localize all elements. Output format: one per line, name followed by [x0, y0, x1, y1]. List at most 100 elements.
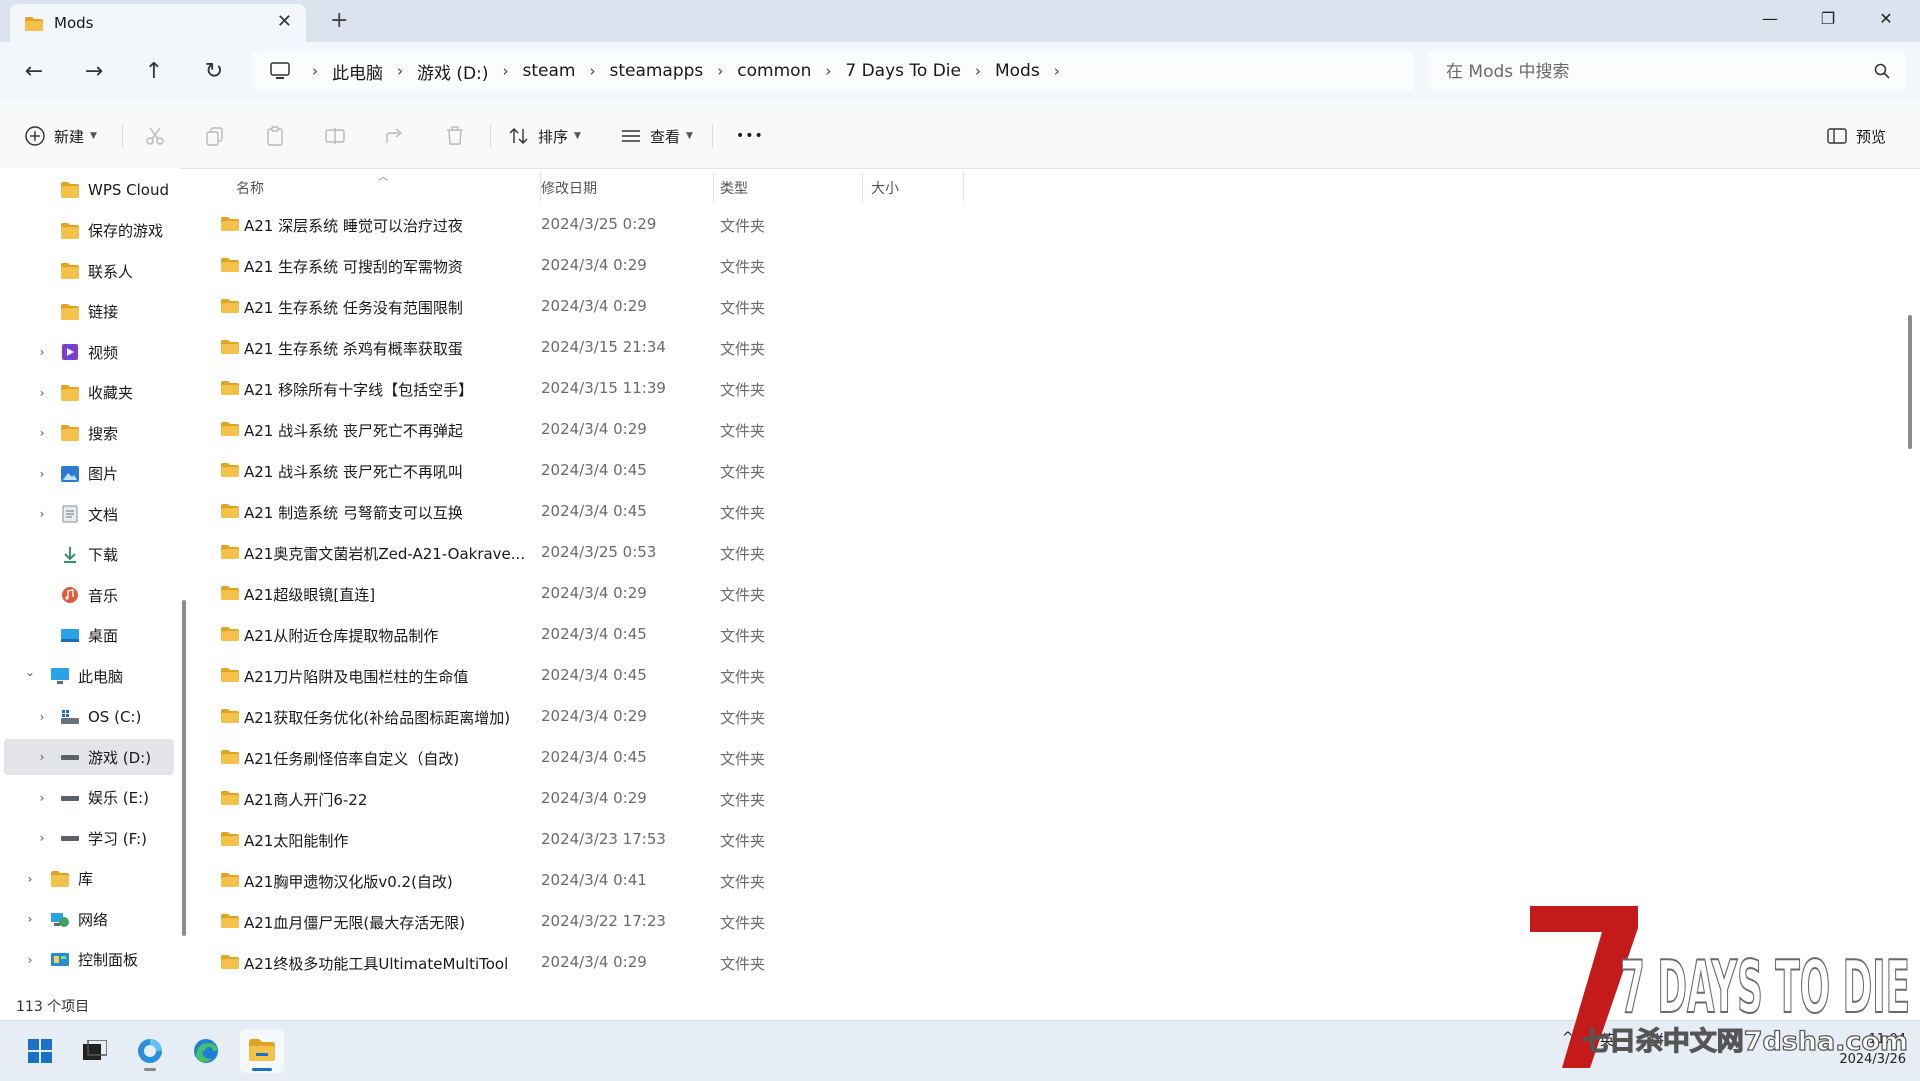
chevron-right-icon[interactable]: › — [34, 507, 50, 521]
sidebar-item[interactable]: › 游戏 (D:) — [4, 739, 174, 775]
copy-button[interactable] — [204, 122, 226, 150]
tab-close-button[interactable]: ✕ — [277, 11, 292, 32]
content-scrollbar[interactable] — [1908, 315, 1912, 449]
file-row[interactable]: A21 生存系统 可搜刮的军需物资 2024/3/4 0:29 文件夹 — [220, 245, 980, 285]
rename-button[interactable] — [324, 122, 346, 150]
cut-button[interactable] — [144, 122, 166, 150]
sidebar-item[interactable]: › 收藏夹 — [4, 375, 174, 411]
file-row[interactable]: A21刀片陷阱及电围栏柱的生命值 2024/3/4 0:45 文件夹 — [220, 655, 980, 695]
delete-button[interactable] — [444, 122, 466, 150]
edge-button[interactable] — [184, 1029, 228, 1073]
file-row[interactable]: A21 生存系统 任务没有范围限制 2024/3/4 0:29 文件夹 — [220, 286, 980, 326]
chevron-right-icon[interactable]: › — [22, 872, 38, 886]
breadcrumb-item[interactable]: 此电脑 — [332, 59, 383, 84]
chevron-right-icon[interactable]: › — [503, 62, 509, 80]
start-button[interactable] — [18, 1029, 62, 1073]
view-button[interactable]: 查看 ▼ — [620, 122, 693, 150]
file-row[interactable]: A21血月僵尸无限(最大存活无限) 2024/3/22 17:23 文件夹 — [220, 901, 980, 941]
sidebar-item[interactable]: › 网络 — [4, 901, 174, 937]
system-clock[interactable]: 11:04 2024/3/26 — [1790, 1030, 1906, 1070]
more-options-button[interactable]: ••• — [736, 122, 764, 150]
breadcrumb-item[interactable]: steam — [523, 61, 576, 81]
preview-button[interactable]: 预览 — [1826, 122, 1886, 150]
browser-button[interactable] — [128, 1029, 172, 1073]
file-row[interactable]: A21奥克雷文菌岩机Zed-A21-Oakrave... 2024/3/25 0… — [220, 532, 980, 572]
sidebar-item[interactable]: ⌄ 此电脑 — [4, 658, 174, 694]
refresh-button[interactable]: ↻ — [198, 56, 230, 88]
chevron-right-icon[interactable]: › — [717, 62, 723, 80]
chevron-right-icon[interactable]: › — [1054, 62, 1060, 80]
forward-button[interactable]: → — [78, 56, 110, 88]
file-row[interactable]: A21 生存系统 杀鸡有概率获取蛋 2024/3/15 21:34 文件夹 — [220, 327, 980, 367]
chevron-right-icon[interactable]: › — [34, 467, 50, 481]
chevron-right-icon[interactable]: › — [34, 386, 50, 400]
sort-button[interactable]: 排序 ▼ — [508, 122, 581, 150]
sidebar-item[interactable]: 联系人 — [4, 253, 174, 289]
column-header-date[interactable]: 修改日期 — [541, 168, 713, 204]
taskview-button[interactable] — [72, 1029, 116, 1073]
chevron-right-icon[interactable]: › — [34, 710, 50, 724]
file-row[interactable]: A21 深层系统 睡觉可以治疗过夜 2024/3/25 0:29 文件夹 — [220, 204, 980, 244]
breadcrumb-item[interactable]: common — [737, 61, 811, 81]
minimize-button[interactable]: — — [1742, 4, 1798, 34]
sidebar-item[interactable]: › 搜索 — [4, 415, 174, 451]
chevron-right-icon[interactable]: › — [34, 831, 50, 845]
column-header-name[interactable]: 名称 — [194, 168, 540, 204]
breadcrumb-item[interactable]: steamapps — [609, 61, 703, 81]
chevron-right-icon[interactable]: › — [312, 62, 318, 80]
sidebar-item[interactable]: › 文档 — [4, 496, 174, 532]
close-window-button[interactable]: ✕ — [1858, 4, 1914, 34]
new-tab-button[interactable]: + — [330, 8, 348, 33]
file-row[interactable]: A21太阳能制作 2024/3/23 17:53 文件夹 — [220, 819, 980, 859]
column-header-size[interactable]: 大小 — [863, 168, 963, 204]
file-row[interactable]: A21从附近仓库提取物品制作 2024/3/4 0:45 文件夹 — [220, 614, 980, 654]
up-button[interactable]: ↑ — [138, 56, 170, 88]
breadcrumb-item[interactable]: 7 Days To Die — [845, 61, 961, 81]
file-row[interactable]: A21商人开门6-22 2024/3/4 0:29 文件夹 — [220, 778, 980, 818]
file-row[interactable]: A21胸甲遗物汉化版v0.2(自改) 2024/3/4 0:41 文件夹 — [220, 860, 980, 900]
column-header-type[interactable]: 类型 — [714, 168, 862, 204]
chevron-right-icon[interactable]: › — [22, 912, 38, 926]
paste-button[interactable] — [264, 122, 286, 150]
new-button[interactable]: 新建 ▼ — [24, 122, 97, 150]
sidebar-item[interactable]: › OS (C:) — [4, 699, 174, 735]
sidebar-item[interactable]: › 库 — [4, 861, 174, 897]
chevron-right-icon[interactable]: › — [22, 953, 38, 967]
sidebar-item[interactable]: › 娱乐 (E:) — [4, 780, 174, 816]
chevron-right-icon[interactable]: › — [34, 750, 50, 764]
chevron-right-icon[interactable]: › — [589, 62, 595, 80]
sidebar-item[interactable]: 回收站 — [4, 982, 174, 993]
file-row[interactable]: A21 移除所有十字线【包括空手】 2024/3/15 11:39 文件夹 — [220, 368, 980, 408]
sidebar-item[interactable]: › 视频 — [4, 334, 174, 370]
sidebar-item[interactable]: 保存的游戏 — [4, 213, 174, 249]
sidebar-item[interactable]: 链接 — [4, 294, 174, 330]
chevron-right-icon[interactable]: › — [975, 62, 981, 80]
chevron-right-icon[interactable]: › — [34, 791, 50, 805]
input-method-indicator[interactable]: 拼 — [1650, 1030, 1664, 1050]
sidebar-scrollbar[interactable] — [182, 600, 186, 936]
back-button[interactable]: ← — [18, 56, 50, 88]
file-row[interactable]: A21 制造系统 弓弩箭支可以互换 2024/3/4 0:45 文件夹 — [220, 491, 980, 531]
sidebar-item[interactable]: › 控制面板 — [4, 942, 174, 978]
breadcrumb-item[interactable]: 游戏 (D:) — [417, 59, 489, 84]
input-language-indicator[interactable]: 英 — [1600, 1030, 1614, 1050]
breadcrumb-item[interactable]: Mods — [995, 61, 1040, 81]
sidebar-item[interactable]: WPS Cloud Files — [4, 172, 174, 208]
maximize-button[interactable]: ❐ — [1800, 4, 1856, 34]
file-row[interactable]: A21超级眼镜[直连] 2024/3/4 0:29 文件夹 — [220, 573, 980, 613]
file-row[interactable]: A21终极多功能工具UltimateMultiTool 2024/3/4 0:2… — [220, 942, 980, 982]
file-row[interactable]: A21 战斗系统 丧尸死亡不再吼叫 2024/3/4 0:45 文件夹 — [220, 450, 980, 490]
search-input[interactable] — [1444, 58, 1848, 86]
column-divider[interactable] — [963, 172, 964, 202]
chevron-right-icon[interactable]: › — [34, 426, 50, 440]
share-button[interactable] — [384, 122, 406, 150]
tray-overflow-icon[interactable]: ^ — [1562, 1030, 1574, 1046]
search-box[interactable] — [1428, 51, 1906, 91]
file-row[interactable]: A21 战斗系统 丧尸死亡不再弹起 2024/3/4 0:29 文件夹 — [220, 409, 980, 449]
chevron-right-icon[interactable]: › — [825, 62, 831, 80]
sidebar-item[interactable]: 音乐 — [4, 577, 174, 613]
file-row[interactable]: A21任务刷怪倍率自定义（自改) 2024/3/4 0:45 文件夹 — [220, 737, 980, 777]
chevron-right-icon[interactable]: › — [34, 345, 50, 359]
file-row[interactable]: A21获取任务优化(补给品图标距离增加) 2024/3/4 0:29 文件夹 — [220, 696, 980, 736]
tab-mods[interactable]: Mods ✕ — [10, 4, 306, 42]
